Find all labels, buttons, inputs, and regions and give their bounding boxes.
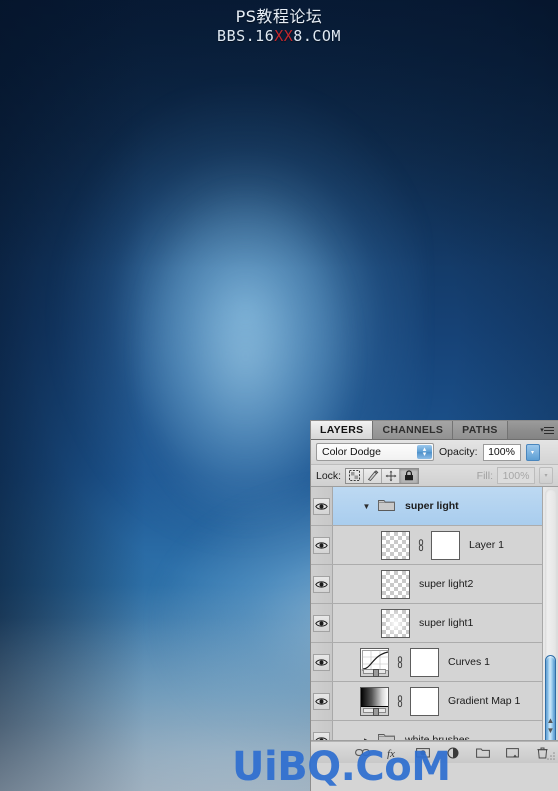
fill-label: Fill: xyxy=(476,469,493,482)
gradient-ramp-icon xyxy=(361,687,388,707)
layers-panel-toolbar: fx xyxy=(311,741,558,763)
blend-mode-select[interactable]: Color Dodge ▴ ▾ xyxy=(316,443,434,461)
layer-name: super light2 xyxy=(419,578,474,590)
mask-link-icon[interactable] xyxy=(394,694,405,708)
layer-visibility-cell[interactable] xyxy=(311,682,333,720)
link-layers-icon[interactable] xyxy=(355,745,370,760)
new-group-icon[interactable] xyxy=(475,745,490,760)
panel-tabstrip: LAYERS CHANNELS PATHS ▾ xyxy=(311,421,558,440)
gradient-map-adjustment-thumbnail[interactable] xyxy=(360,686,389,716)
new-adjustment-layer-icon[interactable] xyxy=(445,745,460,760)
layer-row[interactable]: ► white brushes xyxy=(311,721,558,741)
add-layer-mask-icon[interactable] xyxy=(415,745,430,760)
layer-row[interactable]: super light2 xyxy=(311,565,558,604)
blend-mode-value: Color Dodge xyxy=(322,446,381,458)
tab-channels[interactable]: CHANNELS xyxy=(373,421,454,439)
eye-icon[interactable] xyxy=(313,731,330,740)
mask-link-icon[interactable] xyxy=(415,538,426,552)
eye-icon[interactable] xyxy=(313,575,330,593)
scroll-down-arrow-icon[interactable]: ▼ xyxy=(547,726,555,735)
lock-label: Lock: xyxy=(316,469,342,482)
blend-mode-stepper-icon[interactable]: ▴ ▾ xyxy=(417,445,432,459)
fill-dropdown-icon[interactable]: ▾ xyxy=(539,467,553,484)
layer-visibility-cell[interactable] xyxy=(311,604,333,642)
opacity-dropdown-icon[interactable]: ▾ xyxy=(525,443,540,461)
layer-style-fx-icon[interactable]: fx xyxy=(385,745,400,760)
panel-menu-icon[interactable]: ▾ xyxy=(536,421,558,439)
layer-name: white brushes xyxy=(405,734,470,741)
layer-body[interactable]: Curves 1 xyxy=(333,643,558,681)
layer-thumbnail[interactable] xyxy=(381,608,410,638)
layer-list: ▼ super light Layer 1 super light2 super… xyxy=(311,487,558,741)
folder-icon xyxy=(378,732,396,740)
layer-body[interactable]: Layer 1 xyxy=(333,526,558,564)
lock-transparent-pixels-icon[interactable] xyxy=(346,468,365,483)
layer-mask-thumbnail[interactable] xyxy=(410,686,439,716)
stepper-down-icon: ▾ xyxy=(422,451,427,458)
eye-icon[interactable] xyxy=(313,497,330,515)
scroll-up-arrow-icon[interactable]: ▲ xyxy=(547,716,555,725)
opacity-label: Opacity: xyxy=(439,446,478,458)
layer-row[interactable]: Gradient Map 1 xyxy=(311,682,558,721)
layer-row[interactable]: Curves 1 xyxy=(311,643,558,682)
layer-name: super light1 xyxy=(419,617,474,629)
layer-name: super light xyxy=(405,500,459,512)
tabstrip-filler xyxy=(508,421,536,439)
lock-position-icon[interactable] xyxy=(382,468,401,483)
layer-body[interactable]: ► white brushes xyxy=(333,721,558,741)
curves-adjustment-thumbnail[interactable] xyxy=(360,647,389,677)
layer-row[interactable]: Layer 1 xyxy=(311,526,558,565)
lock-row: Lock: Fill: 100% ▾ xyxy=(311,465,558,487)
panel-menu-triangle-icon: ▾ xyxy=(540,427,543,434)
tab-paths[interactable]: PATHS xyxy=(453,421,508,439)
layer-visibility-cell[interactable] xyxy=(311,487,333,525)
lock-all-icon[interactable] xyxy=(400,468,419,483)
svg-text:fx: fx xyxy=(387,748,395,759)
opacity-input[interactable]: 100% xyxy=(482,443,521,461)
layer-mask-thumbnail[interactable] xyxy=(410,647,439,677)
layer-body[interactable]: Gradient Map 1 xyxy=(333,682,558,720)
eye-icon[interactable] xyxy=(313,692,330,710)
layer-visibility-cell[interactable] xyxy=(311,721,333,740)
layer-visibility-cell[interactable] xyxy=(311,565,333,603)
eye-icon[interactable] xyxy=(313,614,330,632)
panel-menu-bars-icon xyxy=(543,425,554,436)
blend-opacity-row: Color Dodge ▴ ▾ Opacity: 100% ▾ xyxy=(311,440,558,465)
lock-button-group xyxy=(345,467,420,484)
layers-scrollbar[interactable]: ▲ ▼ xyxy=(542,487,558,740)
layers-panel: LAYERS CHANNELS PATHS ▾ Color Dodge ▴ ▾ … xyxy=(310,420,558,791)
screenshot-root: PS教程论坛 BBS.16XX8.COM LAYERS CHANNELS PAT… xyxy=(0,0,558,791)
folder-icon xyxy=(378,498,396,514)
layer-name: Layer 1 xyxy=(469,539,505,551)
fill-input[interactable]: 100% xyxy=(497,467,535,484)
mask-link-icon[interactable] xyxy=(394,655,405,669)
tab-layers[interactable]: LAYERS xyxy=(311,421,374,439)
curves-slider-icon xyxy=(363,668,386,677)
curves-graph-icon xyxy=(362,649,389,671)
layer-body[interactable]: ▼ super light xyxy=(333,487,558,525)
layer-body[interactable]: super light2 xyxy=(333,565,558,603)
layer-name: Gradient Map 1 xyxy=(448,695,521,707)
layer-row[interactable]: super light1 xyxy=(311,604,558,643)
layer-thumbnail[interactable] xyxy=(381,530,410,560)
layer-row[interactable]: ▼ super light xyxy=(311,487,558,526)
layer-visibility-cell[interactable] xyxy=(311,526,333,564)
layer-visibility-cell[interactable] xyxy=(311,643,333,681)
layer-body[interactable]: super light1 xyxy=(333,604,558,642)
lock-image-pixels-icon[interactable] xyxy=(364,468,383,483)
eye-icon[interactable] xyxy=(313,536,330,554)
layer-mask-thumbnail[interactable] xyxy=(431,530,460,560)
gradient-slider-icon xyxy=(363,707,386,716)
layer-thumbnail[interactable] xyxy=(381,569,410,599)
eye-icon[interactable] xyxy=(313,653,330,671)
group-disclosure-triangle-icon[interactable]: ▼ xyxy=(360,502,373,511)
panel-resize-grip[interactable] xyxy=(546,751,556,761)
layer-name: Curves 1 xyxy=(448,656,491,668)
new-layer-icon[interactable] xyxy=(505,745,520,760)
scrollbar-arrows[interactable]: ▲ ▼ xyxy=(543,710,558,740)
